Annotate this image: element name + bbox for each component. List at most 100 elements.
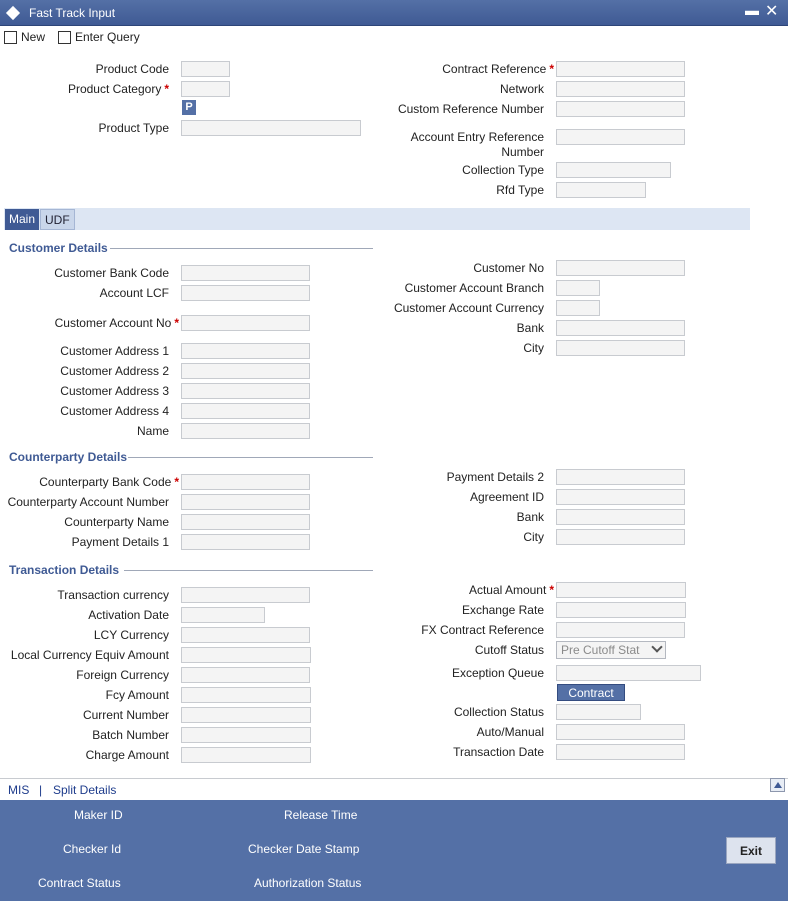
counterparty-city-field[interactable]	[556, 529, 685, 545]
foreign-currency-label: Foreign Currency	[76, 668, 169, 682]
contract-button[interactable]: Contract	[557, 684, 625, 701]
close-icon[interactable]: ✕	[765, 1, 778, 21]
customer-account-no-field[interactable]	[181, 315, 310, 331]
product-code-field[interactable]	[181, 61, 230, 77]
product-type-field[interactable]	[181, 120, 361, 136]
counterparty-bank-label: Bank	[516, 510, 544, 524]
customer-address-2-label: Customer Address 2	[60, 364, 169, 378]
transaction-currency-field[interactable]	[181, 587, 310, 603]
foreign-currency-field[interactable]	[181, 667, 310, 683]
scroll-up-button[interactable]	[770, 778, 785, 792]
exception-queue-field[interactable]	[556, 665, 701, 681]
enter-query-button[interactable]: Enter Query	[58, 29, 140, 45]
product-category-field[interactable]	[181, 81, 230, 97]
custom-reference-number-field[interactable]	[556, 101, 685, 117]
customer-bank-field[interactable]	[556, 320, 685, 336]
activation-date-label: Activation Date	[88, 608, 169, 622]
customer-no-label: Customer No	[473, 261, 544, 275]
current-number-label: Current Number	[82, 708, 169, 722]
account-lcf-field[interactable]	[181, 285, 310, 301]
local-currency-equiv-amount-label: Local Currency Equiv Amount	[10, 648, 169, 662]
customer-details-title: Customer Details	[9, 241, 108, 255]
payment-details-2-field[interactable]	[556, 469, 685, 485]
collection-type-label: Collection Type	[462, 163, 544, 177]
network-field[interactable]	[556, 81, 685, 97]
new-button[interactable]: New	[4, 29, 45, 45]
minimize-icon[interactable]: ▬	[745, 2, 759, 18]
customer-account-currency-field[interactable]	[556, 300, 600, 316]
payment-details-1-label: Payment Details 1	[71, 535, 169, 549]
auto-manual-label: Auto/Manual	[476, 725, 544, 739]
counterparty-city-label: City	[523, 530, 544, 544]
batch-number-field[interactable]	[181, 727, 311, 743]
customer-name-label: Name	[136, 424, 169, 438]
exit-button[interactable]: Exit	[726, 837, 776, 864]
customer-address-2-field[interactable]	[181, 363, 310, 379]
customer-no-field[interactable]	[556, 260, 685, 276]
lcy-currency-field[interactable]	[181, 627, 310, 643]
customer-address-1-field[interactable]	[181, 343, 310, 359]
counterparty-bank-code-field[interactable]	[181, 474, 310, 490]
contract-reference-label: Contract Reference *	[442, 62, 554, 76]
split-details-link[interactable]: Split Details	[53, 783, 116, 797]
customer-address-4-label: Customer Address 4	[60, 404, 169, 418]
customer-bank-code-label: Customer Bank Code	[54, 266, 169, 280]
customer-account-currency-label: Customer Account Currency	[393, 301, 544, 315]
customer-details-divider	[110, 248, 373, 249]
transaction-currency-label: Transaction currency	[57, 588, 169, 602]
collection-status-label: Collection Status	[453, 705, 544, 719]
charge-amount-field[interactable]	[181, 747, 311, 763]
enter-query-label: Enter Query	[75, 30, 140, 44]
local-currency-equiv-amount-field[interactable]	[181, 647, 311, 663]
transaction-date-label: Transaction Date	[453, 745, 544, 759]
exchange-rate-field[interactable]	[556, 602, 686, 618]
collection-status-field[interactable]	[556, 704, 641, 720]
scroll-up-icon	[774, 782, 782, 788]
tab-udf[interactable]: UDF	[40, 209, 75, 230]
fx-contract-reference-field[interactable]	[556, 622, 685, 638]
contract-status-label: Contract Status	[38, 876, 121, 890]
account-entry-reference-label: Account Entry Reference	[410, 130, 544, 144]
actual-amount-field[interactable]	[556, 582, 686, 598]
counterparty-bank-code-label: Counterparty Bank Code *	[39, 475, 179, 489]
collection-type-field[interactable]	[556, 162, 671, 178]
customer-address-4-field[interactable]	[181, 403, 310, 419]
payment-details-1-field[interactable]	[181, 534, 310, 550]
counterparty-bank-field[interactable]	[556, 509, 685, 525]
customer-address-3-label: Customer Address 3	[60, 384, 169, 398]
contract-reference-field[interactable]	[556, 61, 685, 77]
customer-account-no-label: Customer Account No *	[54, 316, 179, 330]
network-label: Network	[499, 82, 544, 96]
payment-details-2-label: Payment Details 2	[446, 470, 544, 484]
activation-date-field[interactable]	[181, 607, 265, 623]
customer-city-field[interactable]	[556, 340, 685, 356]
counterparty-account-number-label: Counterparty Account Number	[7, 495, 169, 509]
checker-id-label: Checker Id	[63, 842, 122, 856]
rfd-type-field[interactable]	[556, 182, 646, 198]
mis-link[interactable]: MIS	[8, 783, 29, 797]
release-time-label: Release Time	[284, 808, 358, 822]
counterparty-details-divider	[128, 457, 373, 458]
customer-address-3-field[interactable]	[181, 383, 310, 399]
account-entry-reference-field[interactable]	[556, 129, 685, 145]
tab-main[interactable]: Main	[5, 209, 40, 230]
customer-account-branch-field[interactable]	[556, 280, 600, 296]
product-pick-button[interactable]: P	[182, 100, 196, 115]
auto-manual-field[interactable]	[556, 724, 685, 740]
current-number-field[interactable]	[181, 707, 311, 723]
transaction-date-field[interactable]	[556, 744, 685, 760]
window-title: Fast Track Input	[29, 6, 116, 20]
agreement-id-field[interactable]	[556, 489, 685, 505]
counterparty-name-field[interactable]	[181, 514, 310, 530]
bottom-link-bar	[0, 778, 788, 800]
exchange-rate-label: Exchange Rate	[461, 603, 544, 617]
cutoff-status-select[interactable]: Pre Cutoff Stat	[556, 641, 666, 659]
fcy-amount-field[interactable]	[181, 687, 311, 703]
counterparty-details-title: Counterparty Details	[9, 450, 128, 464]
checker-date-stamp-label: Checker Date Stamp	[248, 842, 360, 856]
counterparty-account-number-field[interactable]	[181, 494, 310, 510]
customer-bank-code-field[interactable]	[181, 265, 310, 281]
customer-name-field[interactable]	[181, 423, 310, 439]
account-entry-reference-label-line2: Number	[501, 145, 544, 159]
cutoff-status-label: Cutoff Status	[474, 643, 544, 657]
